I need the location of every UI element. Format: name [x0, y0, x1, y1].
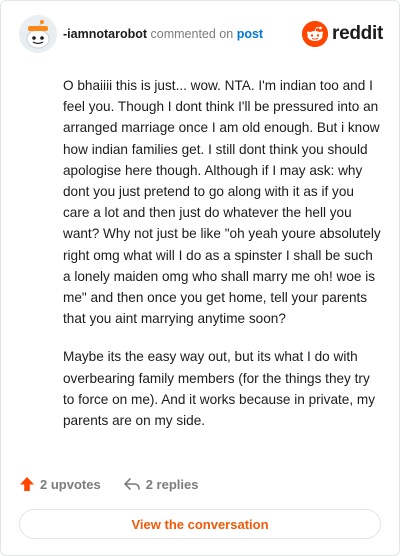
upvote-button[interactable]: 2 upvotes — [19, 476, 101, 492]
username[interactable]: -iamnotarobot — [63, 27, 147, 41]
reddit-wordmark: reddit — [332, 23, 383, 44]
reddit-brand[interactable]: reddit — [302, 20, 383, 48]
upvote-count: 2 upvotes — [40, 476, 101, 492]
replies-button[interactable]: 2 replies — [123, 476, 199, 492]
comment-body: O bhaiiii this is just... wow. NTA. I'm … — [63, 75, 381, 448]
view-conversation-button[interactable]: View the conversation — [19, 509, 381, 539]
reply-count: 2 replies — [145, 476, 199, 492]
comment-paragraph-2: Maybe its the easy way out, but its what… — [63, 349, 376, 429]
commented-on-text: commented on — [150, 27, 234, 41]
upvote-arrow-icon — [20, 477, 34, 491]
snoo-avatar-icon[interactable] — [19, 15, 57, 53]
reply-arrow-icon — [123, 478, 140, 490]
comment-actions: 2 upvotes 2 replies — [19, 473, 198, 495]
post-link[interactable]: post — [237, 27, 263, 41]
comment-paragraph-1: O bhaiiii this is just... wow. NTA. I'm … — [63, 78, 381, 327]
comment-header: -iamnotarobot commented on post reddit — [19, 15, 383, 55]
reddit-logo-icon — [302, 21, 329, 47]
byline: -iamnotarobot commented on post — [63, 27, 263, 41]
comment-card: -iamnotarobot commented on post reddit O… — [0, 0, 400, 556]
